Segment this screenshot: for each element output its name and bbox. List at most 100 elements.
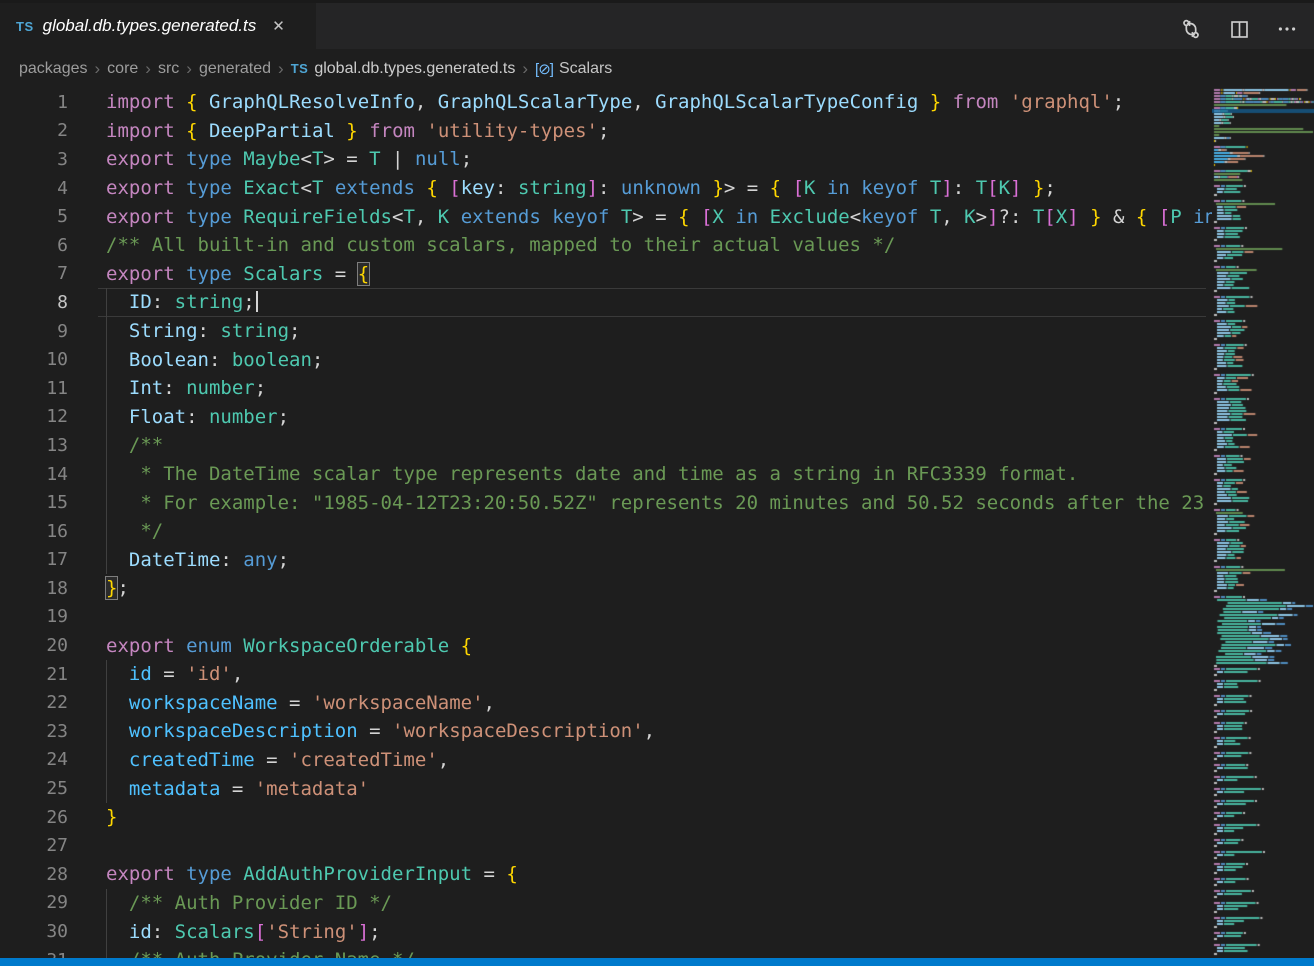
code-line-16[interactable]: 16 */ — [0, 517, 1212, 546]
code-line-27[interactable]: 27 — [0, 831, 1212, 860]
code-line-9[interactable]: 9 String: string; — [0, 317, 1212, 346]
line-number[interactable]: 18 — [0, 578, 68, 599]
split-editor-icon[interactable] — [1222, 14, 1256, 44]
breadcrumb-separator-icon: › — [186, 59, 192, 79]
breadcrumb-item-src[interactable]: src — [158, 60, 179, 78]
code-line-22[interactable]: 22 workspaceName = 'workspaceName', — [0, 688, 1212, 717]
code-text: /** All built-in and custom scalars, map… — [106, 234, 895, 256]
code-text: * The DateTime scalar type represents da… — [106, 463, 1078, 485]
breadcrumb-item-symbol[interactable]: [⊘]Scalars — [535, 60, 612, 78]
code-text: export type Scalars = { — [106, 263, 369, 285]
code-line-29[interactable]: 29 /** Auth Provider ID */ — [0, 889, 1212, 918]
code-line-17[interactable]: 17 DateTime: any; — [0, 546, 1212, 575]
code-text: }; — [106, 577, 129, 599]
code-line-12[interactable]: 12 Float: number; — [0, 403, 1212, 432]
code-area[interactable]: 1 import { GraphQLResolveInfo, GraphQLSca… — [0, 88, 1212, 958]
symbol-type-icon: [⊘] — [535, 60, 553, 78]
line-number[interactable]: 30 — [0, 921, 68, 942]
breadcrumb-item-core[interactable]: core — [107, 60, 138, 78]
code-line-25[interactable]: 25 metadata = 'metadata' — [0, 774, 1212, 803]
code-line-28[interactable]: 28export type AddAuthProviderInput = { — [0, 860, 1212, 889]
code-line-5[interactable]: 5export type RequireFields<T, K extends … — [0, 202, 1212, 231]
code-line-8[interactable]: 8 ID: string; — [0, 288, 1212, 317]
code-line-15[interactable]: 15 * For example: "1985-04-12T23:20:50.5… — [0, 488, 1212, 517]
code-line-26[interactable]: 26} — [0, 803, 1212, 832]
line-number[interactable]: 25 — [0, 778, 68, 799]
typescript-file-icon: TS — [16, 19, 34, 34]
minimap[interactable] — [1212, 88, 1314, 958]
line-number[interactable]: 10 — [0, 349, 68, 370]
breadcrumb-separator-icon: › — [278, 59, 284, 79]
tab-title: global.db.types.generated.ts — [43, 16, 257, 36]
code-text: createdTime = 'createdTime', — [106, 749, 449, 771]
line-number[interactable]: 6 — [0, 235, 68, 256]
line-number[interactable]: 23 — [0, 721, 68, 742]
more-actions-icon[interactable] — [1270, 14, 1304, 44]
code-line-10[interactable]: 10 Boolean: boolean; — [0, 345, 1212, 374]
code-line-3[interactable]: 3export type Maybe<T> = T | null; — [0, 145, 1212, 174]
code-line-20[interactable]: 20 export enum WorkspaceOrderable { — [0, 631, 1212, 660]
code-line-7[interactable]: 7 export type Scalars = { — [0, 260, 1212, 289]
code-editor: 1 import { GraphQLResolveInfo, GraphQLSca… — [0, 88, 1314, 958]
line-number[interactable]: 7 — [0, 263, 68, 284]
vscode-window: TS global.db.types.generated.ts ✕ — [0, 0, 1314, 966]
line-number[interactable]: 31 — [0, 950, 68, 958]
editor-actions — [1174, 6, 1304, 52]
line-number[interactable]: 17 — [0, 549, 68, 570]
line-number[interactable]: 22 — [0, 692, 68, 713]
compare-changes-icon[interactable] — [1174, 14, 1208, 44]
line-number[interactable]: 27 — [0, 835, 68, 856]
line-number[interactable]: 29 — [0, 892, 68, 913]
code-line-2[interactable]: 2import { DeepPartial } from 'utility-ty… — [0, 117, 1212, 146]
breadcrumb-separator-icon: › — [95, 59, 101, 79]
code-line-6[interactable]: 6 /** All built-in and custom scalars, ma… — [0, 231, 1212, 260]
code-text: export type Exact<T extends { [key: stri… — [106, 177, 1056, 199]
code-text: /** Auth Provider Name */ — [106, 949, 415, 958]
code-text: /** Auth Provider ID */ — [106, 892, 392, 914]
code-text: * For example: "1985-04-12T23:20:50.52Z"… — [106, 492, 1204, 514]
code-text: workspaceName = 'workspaceName', — [106, 692, 495, 714]
code-line-1[interactable]: 1 import { GraphQLResolveInfo, GraphQLSca… — [0, 88, 1212, 117]
breadcrumb-item-generated[interactable]: generated — [199, 60, 271, 78]
line-number[interactable]: 26 — [0, 807, 68, 828]
code-text: metadata = 'metadata' — [106, 778, 369, 800]
line-number[interactable]: 11 — [0, 378, 68, 399]
tab-global-db-types-generated[interactable]: TS global.db.types.generated.ts ✕ — [0, 3, 316, 49]
code-line-14[interactable]: 14 * The DateTime scalar type represents… — [0, 460, 1212, 489]
line-number[interactable]: 15 — [0, 492, 68, 513]
code-text: import { GraphQLResolveInfo, GraphQLScal… — [106, 91, 1124, 113]
code-line-19[interactable]: 19 — [0, 603, 1212, 632]
line-number[interactable]: 2 — [0, 120, 68, 141]
code-text: workspaceDescription = 'workspaceDescrip… — [106, 720, 655, 742]
line-number[interactable]: 14 — [0, 464, 68, 485]
code-line-30[interactable]: 30 id: Scalars['String']; — [0, 917, 1212, 946]
close-tab-icon[interactable]: ✕ — [269, 17, 288, 36]
line-number[interactable]: 20 — [0, 635, 68, 656]
line-number[interactable]: 12 — [0, 406, 68, 427]
status-bar[interactable] — [0, 958, 1314, 966]
code-line-18[interactable]: 18}; — [0, 574, 1212, 603]
line-number[interactable]: 24 — [0, 749, 68, 770]
line-number[interactable]: 1 — [0, 92, 68, 113]
line-number[interactable]: 21 — [0, 664, 68, 685]
line-number[interactable]: 9 — [0, 321, 68, 342]
breadcrumb-item-packages[interactable]: packages — [19, 60, 88, 78]
code-line-11[interactable]: 11 Int: number; — [0, 374, 1212, 403]
code-line-23[interactable]: 23 workspaceDescription = 'workspaceDesc… — [0, 717, 1212, 746]
code-line-24[interactable]: 24 createdTime = 'createdTime', — [0, 746, 1212, 775]
code-line-21[interactable]: 21 id = 'id', — [0, 660, 1212, 689]
line-number[interactable]: 13 — [0, 435, 68, 456]
breadcrumb: packages›core›src›generated›TSglobal.db.… — [0, 49, 1314, 88]
line-number[interactable]: 16 — [0, 521, 68, 542]
code-line-31[interactable]: 31 /** Auth Provider Name */ — [0, 946, 1212, 958]
line-number[interactable]: 19 — [0, 606, 68, 627]
line-number[interactable]: 4 — [0, 178, 68, 199]
line-number[interactable]: 28 — [0, 864, 68, 885]
code-line-4[interactable]: 4 export type Exact<T extends { [key: str… — [0, 174, 1212, 203]
line-number[interactable]: 8 — [0, 292, 68, 313]
line-number[interactable]: 5 — [0, 206, 68, 227]
breadcrumb-item-file[interactable]: TSglobal.db.types.generated.ts — [291, 60, 516, 78]
line-number[interactable]: 3 — [0, 149, 68, 170]
code-line-13[interactable]: 13 /** — [0, 431, 1212, 460]
code-text: export enum WorkspaceOrderable { — [106, 635, 472, 657]
